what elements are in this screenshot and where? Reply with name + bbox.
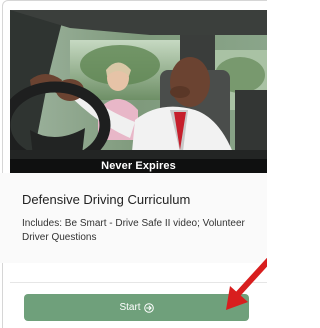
never-expires-caption: Never Expires (10, 159, 267, 173)
arrow-circle-right-icon (143, 302, 154, 313)
start-button-label: Start (119, 302, 141, 313)
start-button[interactable]: Start (24, 294, 249, 321)
course-title[interactable]: Defensive Driving Curriculum (22, 192, 190, 207)
driver-photo (10, 10, 267, 173)
course-thumbnail[interactable]: Never Expires (10, 10, 267, 173)
course-card: Never Expires Defensive Driving Curricul… (0, 0, 267, 328)
course-description: Includes: Be Smart - Drive Safe II video… (22, 218, 245, 243)
card-divider (10, 282, 267, 283)
